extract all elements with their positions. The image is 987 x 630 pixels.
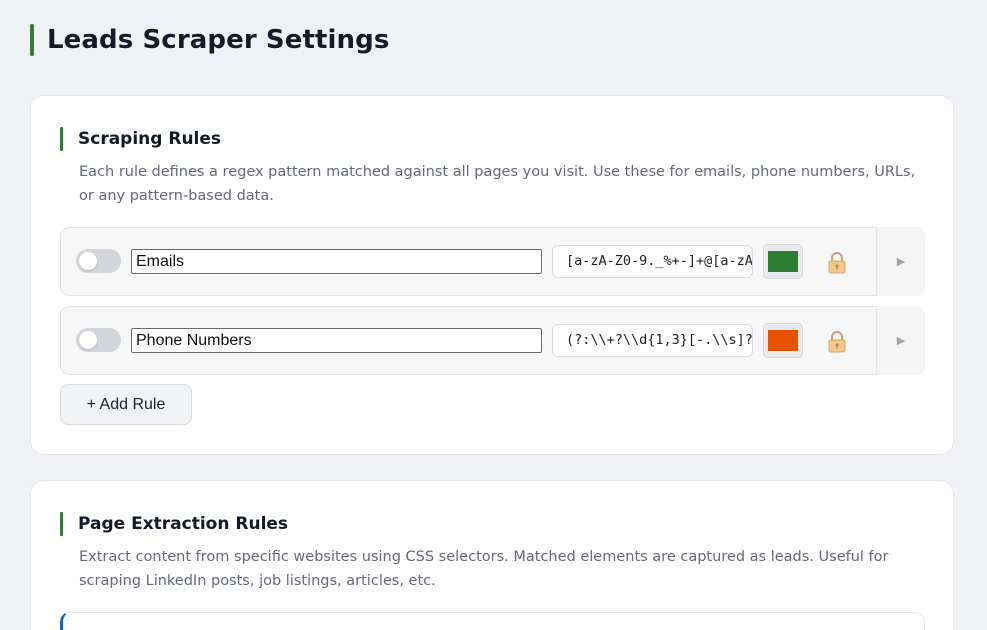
- expand-rule-button[interactable]: ▶: [876, 306, 925, 375]
- page-extraction-rules-description: Extract content from specific websites u…: [79, 549, 889, 589]
- scraping-rules-header: Scraping Rules: [60, 127, 221, 151]
- section-accent-bar: [60, 512, 63, 536]
- chevron-right-icon: ▶: [896, 255, 906, 268]
- rule-pattern-input[interactable]: [a-zA-Z0-9._%+-]+@[a-zA-Z0-9.-]+\.[a-zA-…: [552, 245, 753, 278]
- rule-enabled-toggle[interactable]: [76, 328, 121, 352]
- page-extraction-rules-header: Page Extraction Rules: [60, 512, 288, 536]
- scraping-rules-description: Each rule defines a regex pattern matche…: [79, 164, 916, 204]
- scraping-rules-card: Scraping Rules Each rule defines a regex…: [30, 95, 954, 455]
- extraction-rule-row[interactable]: [60, 612, 925, 630]
- add-rule-button[interactable]: + Add Rule: [60, 384, 192, 425]
- lock-icon[interactable]: [826, 330, 848, 354]
- chevron-right-icon: ▶: [896, 334, 906, 347]
- rule-row-emails: Emails [a-zA-Z0-9._%+-]+@[a-zA-Z0-9.-]+\…: [60, 227, 925, 296]
- section-accent-bar: [60, 127, 63, 151]
- lock-icon[interactable]: [826, 251, 848, 275]
- rule-name-input[interactable]: Phone Numbers: [131, 328, 542, 353]
- page-extraction-rules-title: Page Extraction Rules: [78, 514, 289, 534]
- rule-color-fill: [768, 251, 798, 272]
- toggle-knob: [79, 331, 97, 349]
- expand-rule-button[interactable]: ▶: [876, 227, 925, 296]
- page-header: Leads Scraper Settings: [30, 24, 389, 56]
- rule-color-fill: [768, 330, 798, 351]
- title-accent-bar: [30, 24, 34, 56]
- scraping-rules-title: Scraping Rules: [78, 129, 222, 149]
- page-title: Leads Scraper Settings: [47, 25, 390, 55]
- toggle-knob: [79, 252, 97, 270]
- rule-row-phone-numbers: Phone Numbers (?:\\+?\\d{1,3}[-.\\s]?)?\…: [60, 306, 925, 375]
- rule-color-picker[interactable]: [763, 244, 803, 279]
- rule-name-input[interactable]: Emails: [131, 249, 542, 274]
- rule-color-picker[interactable]: [763, 323, 803, 358]
- settings-page: Leads Scraper Settings Scraping Rules Ea…: [0, 0, 987, 630]
- rule-pattern-input[interactable]: (?:\\+?\\d{1,3}[-.\\s]?)?\\(?\\d{3}\\)?[…: [552, 324, 753, 357]
- page-extraction-rules-card: Page Extraction Rules Extract content fr…: [30, 480, 954, 630]
- rule-enabled-toggle[interactable]: [76, 249, 121, 273]
